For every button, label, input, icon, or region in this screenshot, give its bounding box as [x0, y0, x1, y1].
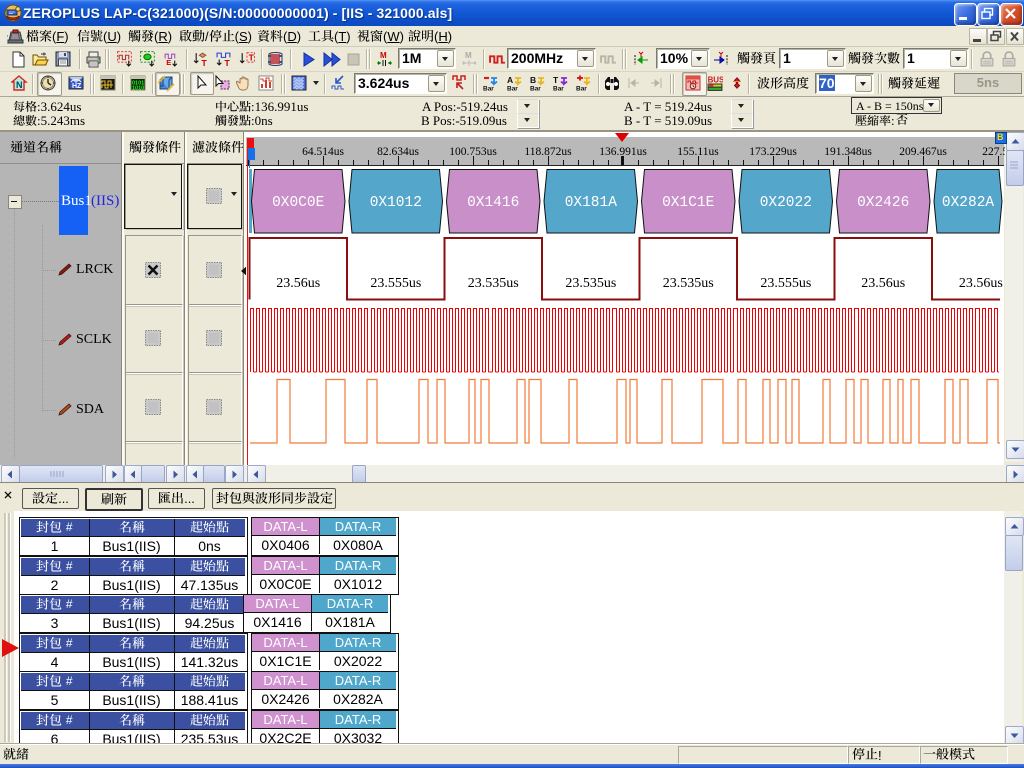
svg-text:BUS: BUS — [708, 75, 723, 84]
svg-text:A: A — [507, 75, 513, 85]
svg-text:T: T — [249, 53, 255, 63]
svg-text:Bar: Bar — [576, 86, 587, 93]
svg-text:T: T — [553, 75, 559, 85]
svg-text:Bar: Bar — [507, 86, 518, 93]
svg-text:T: T — [202, 58, 208, 67]
svg-text:Bar: Bar — [530, 86, 541, 93]
svg-text:Bar: Bar — [483, 86, 494, 93]
svg-text:M: M — [380, 51, 387, 60]
svg-text:B: B — [530, 75, 536, 85]
svg-text:T: T — [225, 58, 231, 67]
svg-text:HZ: HZ — [72, 83, 82, 90]
svg-text:N: N — [16, 80, 23, 90]
svg-text:M: M — [465, 51, 472, 60]
svg-text:Bar: Bar — [553, 86, 564, 93]
svg-text:1010: 1010 — [132, 86, 144, 92]
svg-text:E: E — [166, 58, 171, 67]
